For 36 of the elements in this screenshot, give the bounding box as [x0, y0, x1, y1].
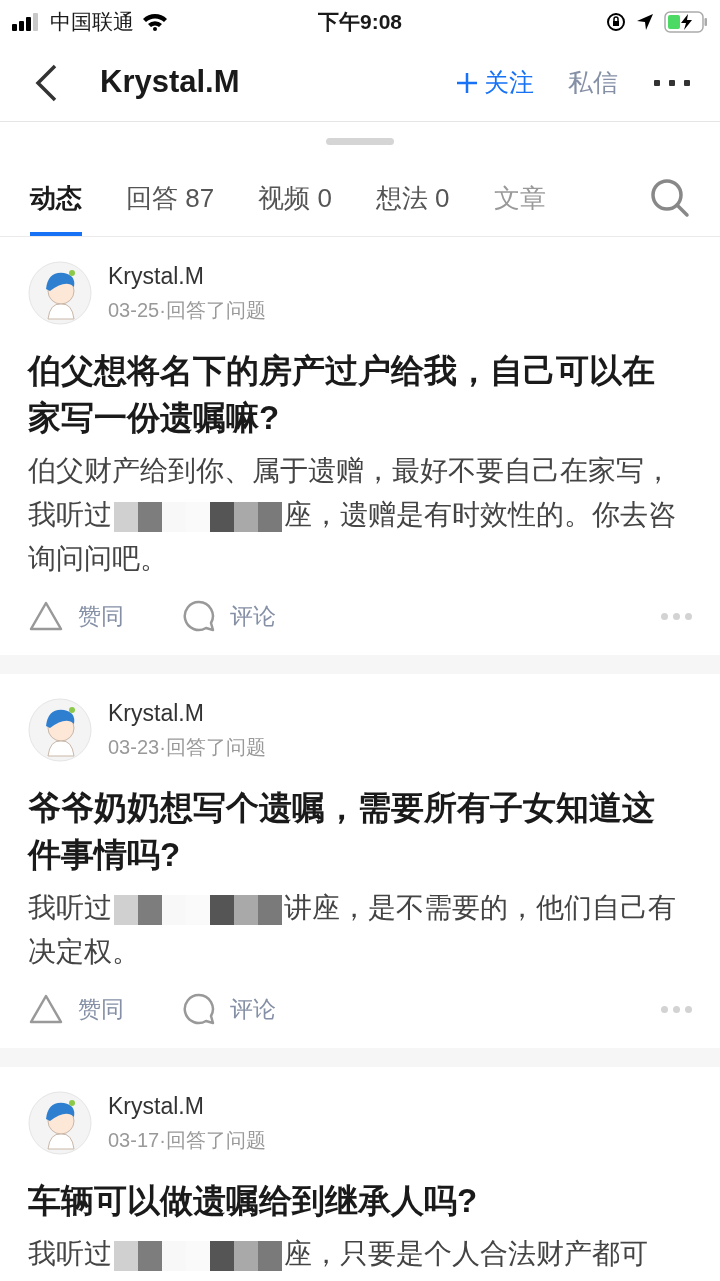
tab[interactable]: 想法 0 — [375, 160, 450, 236]
wifi-icon — [142, 13, 168, 31]
post-action: ·回答了问题 — [159, 735, 266, 760]
carrier-name: 中国联通 — [50, 9, 134, 36]
speech-bubble-icon — [182, 992, 216, 1026]
location-icon — [636, 13, 654, 31]
author-name[interactable]: Krystal.M — [108, 259, 266, 293]
avatar-icon — [28, 1091, 92, 1155]
post-action: ·回答了问题 — [159, 1128, 266, 1153]
post-date: 03-25 — [108, 298, 160, 323]
answer-excerpt[interactable]: 我听过 讲座，是不需要的，他们自己有决定权。 — [28, 886, 678, 974]
answer-excerpt[interactable]: 我听过 座，只要是个人合法财产都可 — [28, 1232, 678, 1276]
follow-button[interactable]: 关注 — [456, 63, 534, 102]
triangle-icon — [28, 993, 64, 1025]
post-date: 03-23 — [108, 735, 160, 760]
tab[interactable]: 动态 — [30, 160, 82, 236]
post-date: 03-17 — [108, 1128, 160, 1153]
avatar-icon — [28, 698, 92, 762]
tab[interactable]: 视频 0 — [258, 160, 332, 236]
post-action: ·回答了问题 — [159, 298, 266, 323]
status-time: 下午9:08 — [317, 9, 403, 36]
author-name[interactable]: Krystal.M — [108, 1089, 266, 1123]
speech-bubble-icon — [182, 599, 216, 633]
triangle-icon — [28, 600, 64, 632]
profile-title: Krystal.M — [100, 63, 241, 102]
drag-handle[interactable] — [326, 137, 394, 145]
avatar-icon — [28, 261, 92, 325]
question-title[interactable]: 车辆可以做遗嘱给到继承人吗? — [28, 1177, 668, 1224]
plus-icon — [456, 71, 478, 94]
answer-excerpt[interactable]: 伯父财产给到你、属于遗赠，最好不要自己在家写，我听过 座，遗赠是有时效性的。你去咨询问问吧。 — [28, 449, 678, 581]
question-title[interactable]: 爷爷奶奶想写个遗嘱，需要所有子女知道这件事情吗? — [28, 784, 668, 878]
author-name[interactable]: Krystal.M — [108, 696, 266, 730]
tab[interactable]: 回答 87 — [126, 160, 215, 236]
battery-icon — [664, 11, 708, 33]
rotation-lock-icon — [606, 12, 626, 32]
question-title[interactable]: 伯父想将名下的房产过户给我，自己可以在家写一份遗嘱嘛? — [28, 347, 668, 441]
